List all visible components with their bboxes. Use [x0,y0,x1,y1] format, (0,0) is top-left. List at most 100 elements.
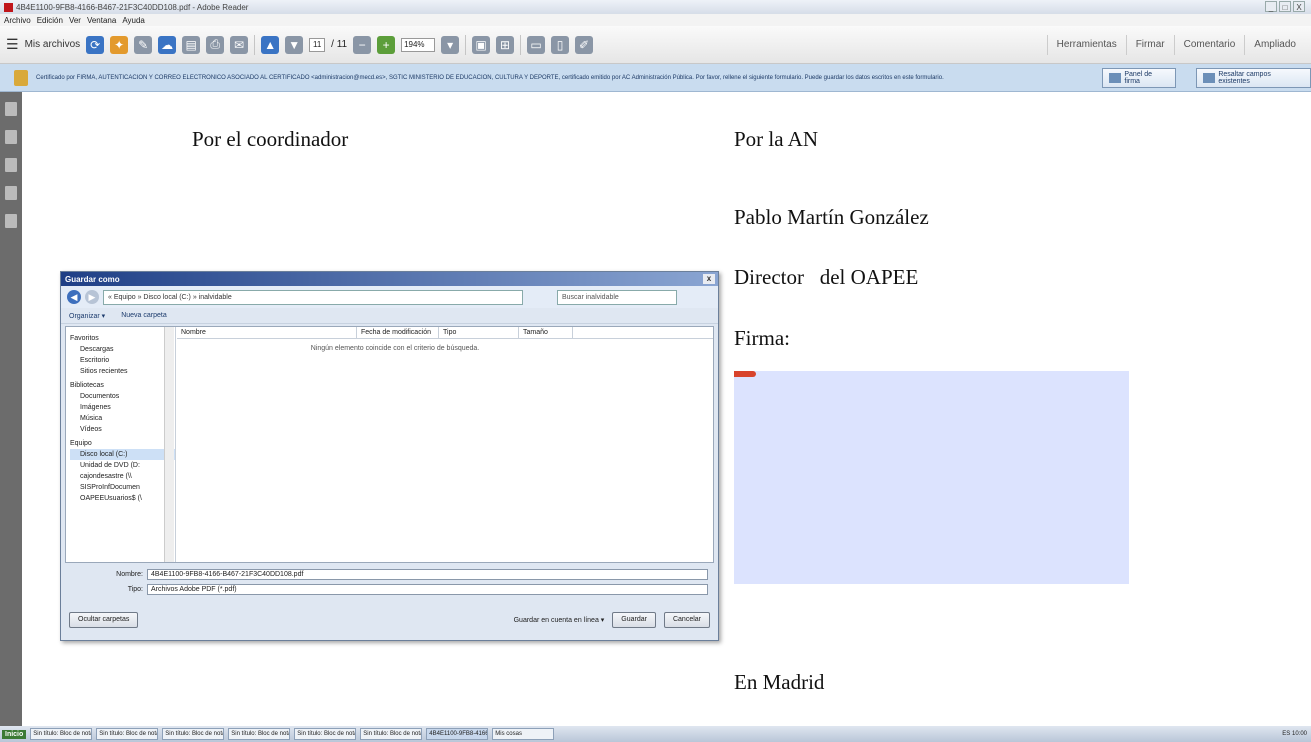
create-pdf-icon[interactable]: ⟳ [86,35,105,54]
menu-ayuda[interactable]: Ayuda [122,16,145,25]
new-folder-button[interactable]: Nueva carpeta [121,312,167,319]
nav-item-descargas[interactable]: Descargas [70,344,175,355]
task-item[interactable]: Sin título: Bloc de notas [294,728,357,740]
menu-bar: Archivo Edición Ver Ventana Ayuda [0,14,1311,26]
comment-icon[interactable]: ▭ [527,35,546,54]
close-button[interactable]: X [1293,1,1305,12]
cancel-button[interactable]: Cancelar [663,612,710,628]
page-number-input[interactable]: 11 [309,37,326,52]
nav-item-escritorio[interactable]: Escritorio [70,355,175,366]
nav-scrollbar[interactable] [164,327,174,562]
nav-item-oapeeusuarios[interactable]: OAPEEUsuarios$ (\ [70,493,175,504]
signature-panel-icon [1109,72,1122,83]
nav-item-imagenes[interactable]: Imágenes [70,402,175,413]
signer-role: Director del OAPEE [734,265,919,289]
menu-ver[interactable]: Ver [69,16,81,25]
left-heading: Por el coordinador [192,127,349,151]
signature-flag-icon [734,371,756,377]
save-icon[interactable]: ▤ [182,35,201,54]
search-input[interactable]: Buscar inalvidable [557,289,677,305]
menu-edicion[interactable]: Edición [37,16,63,25]
zoom-input[interactable]: 194% [401,37,436,52]
email-icon[interactable]: ✉ [230,35,249,54]
fit-width-icon[interactable]: ⊞ [496,35,515,54]
task-item[interactable]: Sin título: Bloc de notas [30,728,93,740]
nav-libraries[interactable]: Bibliotecas [70,380,175,391]
highlight-fields-button[interactable]: Resaltar campos existentes [1196,67,1311,88]
print-icon[interactable]: ⎙ [206,35,225,54]
signatures-icon[interactable] [5,186,17,200]
nav-item-videos[interactable]: Vídeos [70,424,175,435]
address-bar[interactable]: « Equipo » Disco local (C:) » inalvidabl… [103,289,523,305]
window-controls: _ □ X [1265,1,1305,12]
adobe-reader-icon [4,2,13,12]
nav-item-dvd[interactable]: Unidad de DVD (D: [70,460,175,471]
save-button[interactable]: Guardar [612,612,656,628]
tab-herramientas[interactable]: Herramientas [1046,34,1126,55]
prev-page-icon[interactable]: ▲ [261,35,280,54]
file-list-header: Nombre Fecha de modificación Tipo Tamaño [177,327,713,339]
col-tipo[interactable]: Tipo [439,327,519,338]
highlight-icon[interactable]: ▯ [551,35,570,54]
minimize-button[interactable]: _ [1265,1,1277,12]
nav-item-cajondesastre[interactable]: cajondesastre (\\ [70,471,175,482]
nav-computer[interactable]: Equipo [70,438,175,449]
tab-comentario[interactable]: Comentario [1173,34,1245,55]
share-icon[interactable]: ✦ [110,35,129,54]
organize-button[interactable]: Organizar ▾ [69,312,105,320]
filetype-select[interactable]: Archivos Adobe PDF (*.pdf) [147,584,708,595]
nav-item-musica[interactable]: Música [70,413,175,424]
signer-name: Pablo Martín González [734,205,929,229]
col-tamano[interactable]: Tamaño [519,327,573,338]
nav-item-documentos[interactable]: Documentos [70,391,175,402]
task-item-adobe[interactable]: 4B4E1100-9FB8-4166... [426,728,489,740]
system-tray: ES 10:00 [1282,731,1311,737]
my-files-button[interactable]: Mis archivos [25,39,81,50]
language-indicator[interactable]: ES [1282,731,1290,737]
task-item[interactable]: Sin título: Bloc de notas [228,728,291,740]
hide-folders-button[interactable]: Ocultar carpetas [69,612,139,628]
attachments-icon[interactable] [5,130,17,144]
menu-ventana[interactable]: Ventana [87,16,116,25]
navigation-pane: Favoritos Descargas Escritorio Sitios re… [66,327,176,562]
task-item[interactable]: Sin título: Bloc de notas [162,728,225,740]
task-item[interactable]: Mis cosas [492,728,555,740]
save-online-button[interactable]: Guardar en cuenta en línea ▾ [514,616,605,624]
filename-input[interactable]: 4B4E1100-9FB8-4166-B467-21F3C40DD108.pdf [147,569,708,580]
forward-icon[interactable]: ▶ [85,290,99,304]
highlight-fields-label: Resaltar campos existentes [1218,70,1271,85]
zoom-dropdown-icon[interactable]: ▾ [441,35,460,54]
signature-panel-button[interactable]: Panel de firma [1102,67,1177,88]
col-fecha[interactable]: Fecha de modificación [357,327,439,338]
nav-item-disco-local[interactable]: Disco local (C:) [70,449,175,460]
maximize-button[interactable]: □ [1279,1,1291,12]
cloud-icon[interactable]: ☁ [158,35,177,54]
nav-favorites[interactable]: Favoritos [70,333,175,344]
layers-icon[interactable] [5,214,17,228]
pages-icon[interactable] [5,102,17,116]
menu-archivo[interactable]: Archivo [4,16,31,25]
edit-icon[interactable]: ✎ [134,35,153,54]
task-item[interactable]: Sin título: Bloc de notas [360,728,423,740]
signature-field[interactable] [734,371,1129,584]
filetype-label: Tipo: [127,586,143,593]
tab-ampliado[interactable]: Ampliado [1244,34,1305,55]
sign-tool-icon[interactable]: ✐ [575,35,594,54]
highlight-fields-icon [1203,72,1216,83]
task-item[interactable]: Sin título: Bloc de notas [96,728,159,740]
hamburger-menu-icon[interactable]: ☰ [6,36,19,53]
fit-page-icon[interactable]: ▣ [472,35,491,54]
place-text: En Madrid [734,670,825,694]
start-button[interactable]: Inicio [2,729,27,739]
dialog-close-button[interactable]: x [703,274,715,284]
tab-firmar[interactable]: Firmar [1125,34,1174,55]
file-list: Nombre Fecha de modificación Tipo Tamaño… [177,327,713,562]
zoom-in-icon[interactable]: + [377,35,396,54]
nav-item-sisproinf[interactable]: SISProInfDocumen [70,482,175,493]
nav-item-sitios-recientes[interactable]: Sitios recientes [70,366,175,377]
next-page-icon[interactable]: ▼ [285,35,304,54]
col-nombre[interactable]: Nombre [177,327,357,338]
back-icon[interactable]: ◀ [67,290,81,304]
zoom-out-icon[interactable]: − [353,35,372,54]
bookmarks-icon[interactable] [5,158,17,172]
